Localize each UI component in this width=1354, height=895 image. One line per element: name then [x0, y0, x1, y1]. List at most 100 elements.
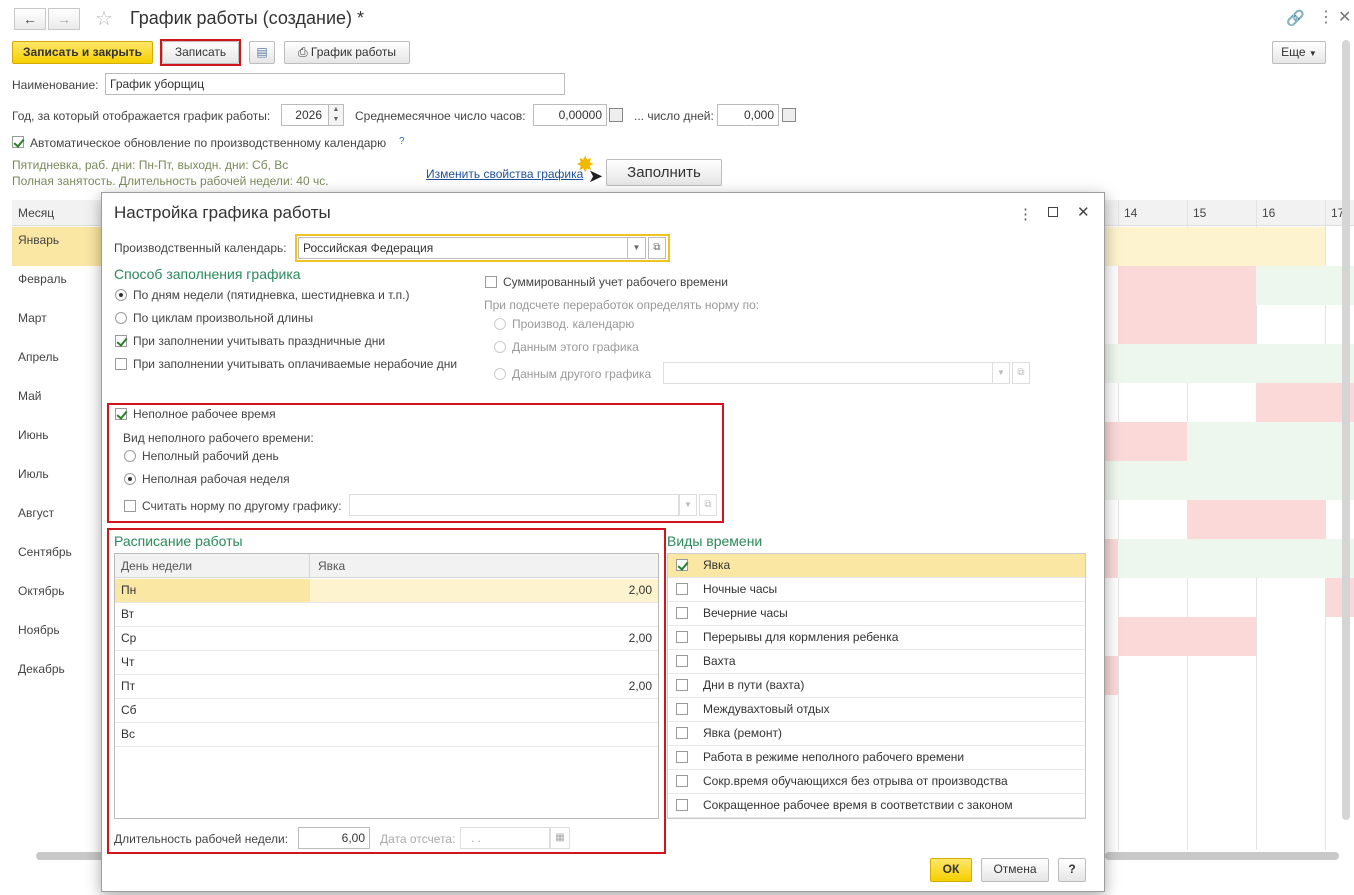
- ref-date-input[interactable]: . .: [460, 827, 550, 849]
- time-type-checkbox[interactable]: [676, 775, 688, 787]
- schedule-day: Вт: [121, 607, 135, 621]
- summarized-checkbox[interactable]: [485, 276, 497, 288]
- name-input[interactable]: График уборщиц: [105, 73, 565, 95]
- chevron-down-icon[interactable]: ▼: [679, 494, 697, 516]
- part-day-radio[interactable]: [124, 450, 136, 462]
- calculator-icon[interactable]: [609, 108, 623, 122]
- cancel-button[interactable]: Отмена: [981, 858, 1049, 882]
- save-close-button[interactable]: Записать и закрыть: [12, 41, 153, 64]
- grid-cells: [1118, 266, 1256, 305]
- schedule-info-line1: Пятидневка, раб. дни: Пн-Пт, выходн. дни…: [12, 158, 289, 172]
- list-item[interactable]: Сокр.время обучающихся без отрыва от про…: [668, 770, 1085, 794]
- year-stepper[interactable]: ▲ ▼: [328, 104, 344, 126]
- list-item[interactable]: Вахта: [668, 650, 1085, 674]
- time-type-checkbox[interactable]: [676, 583, 688, 595]
- table-row[interactable]: Чт: [115, 651, 658, 675]
- time-type-checkbox[interactable]: [676, 607, 688, 619]
- fill-method-header: Способ заполнения графика: [114, 266, 301, 282]
- forward-button[interactable]: →: [48, 8, 80, 30]
- list-item[interactable]: Явка (ремонт): [668, 722, 1085, 746]
- report-button[interactable]: ▤: [249, 41, 275, 64]
- grid-cells: [1256, 383, 1354, 422]
- norm-other-label: Считать норму по другому графику:: [142, 499, 342, 513]
- fill-by-cycles-label: По циклам произвольной длины: [133, 311, 314, 325]
- maximize-icon[interactable]: [1048, 207, 1058, 217]
- horizontal-scrollbar[interactable]: [1105, 852, 1339, 860]
- ok-button[interactable]: ОК: [930, 858, 972, 882]
- part-day-label: Неполный рабочий день: [142, 449, 279, 463]
- chevron-down-icon[interactable]: ▼: [992, 362, 1010, 384]
- grid-month-label: Март: [18, 311, 47, 325]
- close-icon[interactable]: ✕: [1338, 7, 1351, 27]
- open-icon[interactable]: ⧉: [699, 494, 717, 516]
- calculator-icon[interactable]: [782, 108, 796, 122]
- ref-date-label: Дата отсчета:: [380, 832, 456, 846]
- open-icon[interactable]: ⧉: [648, 237, 666, 259]
- norm-other-schedule-radio[interactable]: [494, 368, 506, 380]
- table-row[interactable]: Пн 2,00: [115, 579, 658, 603]
- time-type-checkbox[interactable]: [676, 751, 688, 763]
- time-type-checkbox[interactable]: [676, 727, 688, 739]
- days-input[interactable]: 0,000: [717, 104, 779, 126]
- schedule-print-button[interactable]: ⎙ График работы: [284, 41, 410, 64]
- auto-update-checkbox[interactable]: [12, 136, 24, 148]
- calendar-input[interactable]: Российская Федерация: [298, 237, 628, 259]
- time-type-checkbox[interactable]: [676, 799, 688, 811]
- other-schedule-input[interactable]: [663, 362, 993, 384]
- list-item[interactable]: Междувахтовый отдых: [668, 698, 1085, 722]
- table-row[interactable]: Вс: [115, 723, 658, 747]
- list-item[interactable]: Дни в пути (вахта): [668, 674, 1085, 698]
- grid-month-label: Апрель: [18, 350, 59, 364]
- change-properties-link[interactable]: Изменить свойства графика: [426, 167, 583, 181]
- norm-other-checkbox[interactable]: [124, 500, 136, 512]
- table-row[interactable]: Вт: [115, 603, 658, 627]
- list-item[interactable]: Перерывы для кормления ребенка: [668, 626, 1085, 650]
- menu-dots-icon[interactable]: ⋮: [1018, 205, 1033, 223]
- week-duration-input[interactable]: 6,00: [298, 827, 370, 849]
- list-item[interactable]: Явка: [668, 554, 1085, 578]
- time-type-checkbox[interactable]: [676, 679, 688, 691]
- link-icon[interactable]: 🔗: [1286, 9, 1305, 27]
- norm-other-input[interactable]: [349, 494, 679, 516]
- consider-holidays-checkbox[interactable]: [115, 335, 127, 347]
- help-button[interactable]: ?: [1058, 858, 1086, 882]
- days-label: ... число дней:: [634, 109, 714, 123]
- star-icon[interactable]: ☆: [95, 6, 113, 31]
- list-item[interactable]: Сокращенное рабочее время в соответствии…: [668, 794, 1085, 818]
- grid-month-label: Февраль: [18, 272, 67, 286]
- schedule-col-attendance[interactable]: Явка: [310, 554, 658, 578]
- fill-by-weekdays-radio[interactable]: [115, 289, 127, 301]
- vertical-scrollbar[interactable]: [1342, 40, 1350, 820]
- list-item[interactable]: Работа в режиме неполного рабочего време…: [668, 746, 1085, 770]
- norm-this-schedule-radio[interactable]: [494, 341, 506, 353]
- time-type-checkbox[interactable]: [676, 559, 688, 571]
- close-icon[interactable]: ✕: [1077, 203, 1090, 221]
- fill-by-cycles-radio[interactable]: [115, 312, 127, 324]
- help-icon[interactable]: ?: [399, 136, 405, 147]
- table-row[interactable]: Сб: [115, 699, 658, 723]
- time-type-checkbox[interactable]: [676, 631, 688, 643]
- calendar-icon[interactable]: ▦: [550, 827, 570, 849]
- year-input[interactable]: 2026: [281, 104, 329, 126]
- list-item[interactable]: Ночные часы: [668, 578, 1085, 602]
- open-icon[interactable]: ⧉: [1012, 362, 1030, 384]
- consider-paid-nonworking-checkbox[interactable]: [115, 358, 127, 370]
- time-type-checkbox[interactable]: [676, 703, 688, 715]
- norm-prod-calendar-radio[interactable]: [494, 318, 506, 330]
- list-item[interactable]: Вечерние часы: [668, 602, 1085, 626]
- avg-hours-input[interactable]: 0,00000: [533, 104, 607, 126]
- menu-dots-icon[interactable]: ⋮: [1318, 7, 1334, 27]
- chevron-down-icon[interactable]: ▼: [628, 237, 646, 259]
- part-time-checkbox[interactable]: [115, 408, 127, 420]
- table-row[interactable]: Пт 2,00: [115, 675, 658, 699]
- norm-other-schedule-label: Данным другого графика: [512, 367, 652, 381]
- table-row[interactable]: Ср 2,00: [115, 627, 658, 651]
- part-week-radio[interactable]: [124, 473, 136, 485]
- time-type-checkbox[interactable]: [676, 655, 688, 667]
- horizontal-scrollbar[interactable]: [36, 852, 106, 860]
- schedule-col-day[interactable]: День недели: [115, 554, 310, 578]
- fill-button[interactable]: Заполнить: [606, 159, 722, 186]
- time-type-label: Междувахтовый отдых: [703, 702, 830, 716]
- back-button[interactable]: ←: [14, 8, 46, 30]
- more-button[interactable]: Еще ▼: [1272, 41, 1326, 64]
